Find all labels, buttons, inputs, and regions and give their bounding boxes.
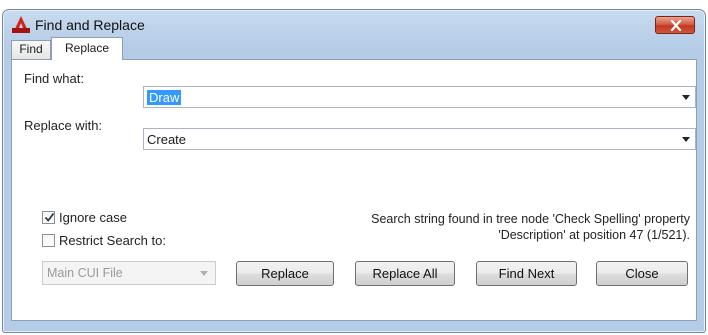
chevron-down-icon[interactable]: [682, 95, 690, 100]
restrict-search-check[interactable]: [42, 234, 55, 247]
replace-all-button[interactable]: Replace All: [355, 261, 455, 286]
autocad-icon: [12, 16, 30, 33]
close-window-button[interactable]: [655, 16, 695, 34]
chevron-down-icon: [200, 271, 208, 276]
find-next-button[interactable]: Find Next: [476, 261, 577, 286]
tab-find[interactable]: Find: [11, 40, 51, 59]
close-button[interactable]: Close: [596, 261, 688, 286]
chevron-down-icon[interactable]: [682, 137, 690, 142]
check-icon: [44, 212, 55, 222]
restrict-search-checkbox[interactable]: Restrict Search to:: [42, 233, 202, 249]
tab-replace[interactable]: Replace: [51, 37, 123, 60]
restrict-search-value: Main CUI File: [47, 266, 123, 280]
ignore-case-checkbox[interactable]: Ignore case: [42, 210, 162, 226]
title-bar[interactable]: Find and Replace: [3, 10, 705, 40]
find-replace-dialog: Find and Replace Find Replace Find what:…: [2, 9, 706, 333]
find-what-field[interactable]: Draw: [143, 86, 696, 108]
replace-with-field[interactable]: Create: [143, 128, 696, 150]
status-line-1: Search string found in tree node 'Check …: [371, 212, 690, 226]
restrict-search-select[interactable]: Main CUI File: [42, 261, 216, 285]
window-title: Find and Replace: [35, 17, 145, 33]
restrict-search-label: Restrict Search to:: [59, 233, 166, 248]
close-icon: [670, 20, 682, 31]
search-status: Search string found in tree node 'Check …: [270, 211, 690, 243]
status-line-2: 'Description' at position 47 (1/521).: [498, 228, 690, 242]
replace-button[interactable]: Replace: [236, 261, 334, 286]
replace-with-label: Replace with:: [24, 118, 103, 133]
find-what-label: Find what:: [24, 71, 84, 86]
find-what-value: Draw: [147, 90, 182, 105]
replace-with-value: Create: [147, 132, 187, 147]
ignore-case-label: Ignore case: [59, 210, 127, 225]
ignore-case-check[interactable]: [42, 211, 55, 224]
